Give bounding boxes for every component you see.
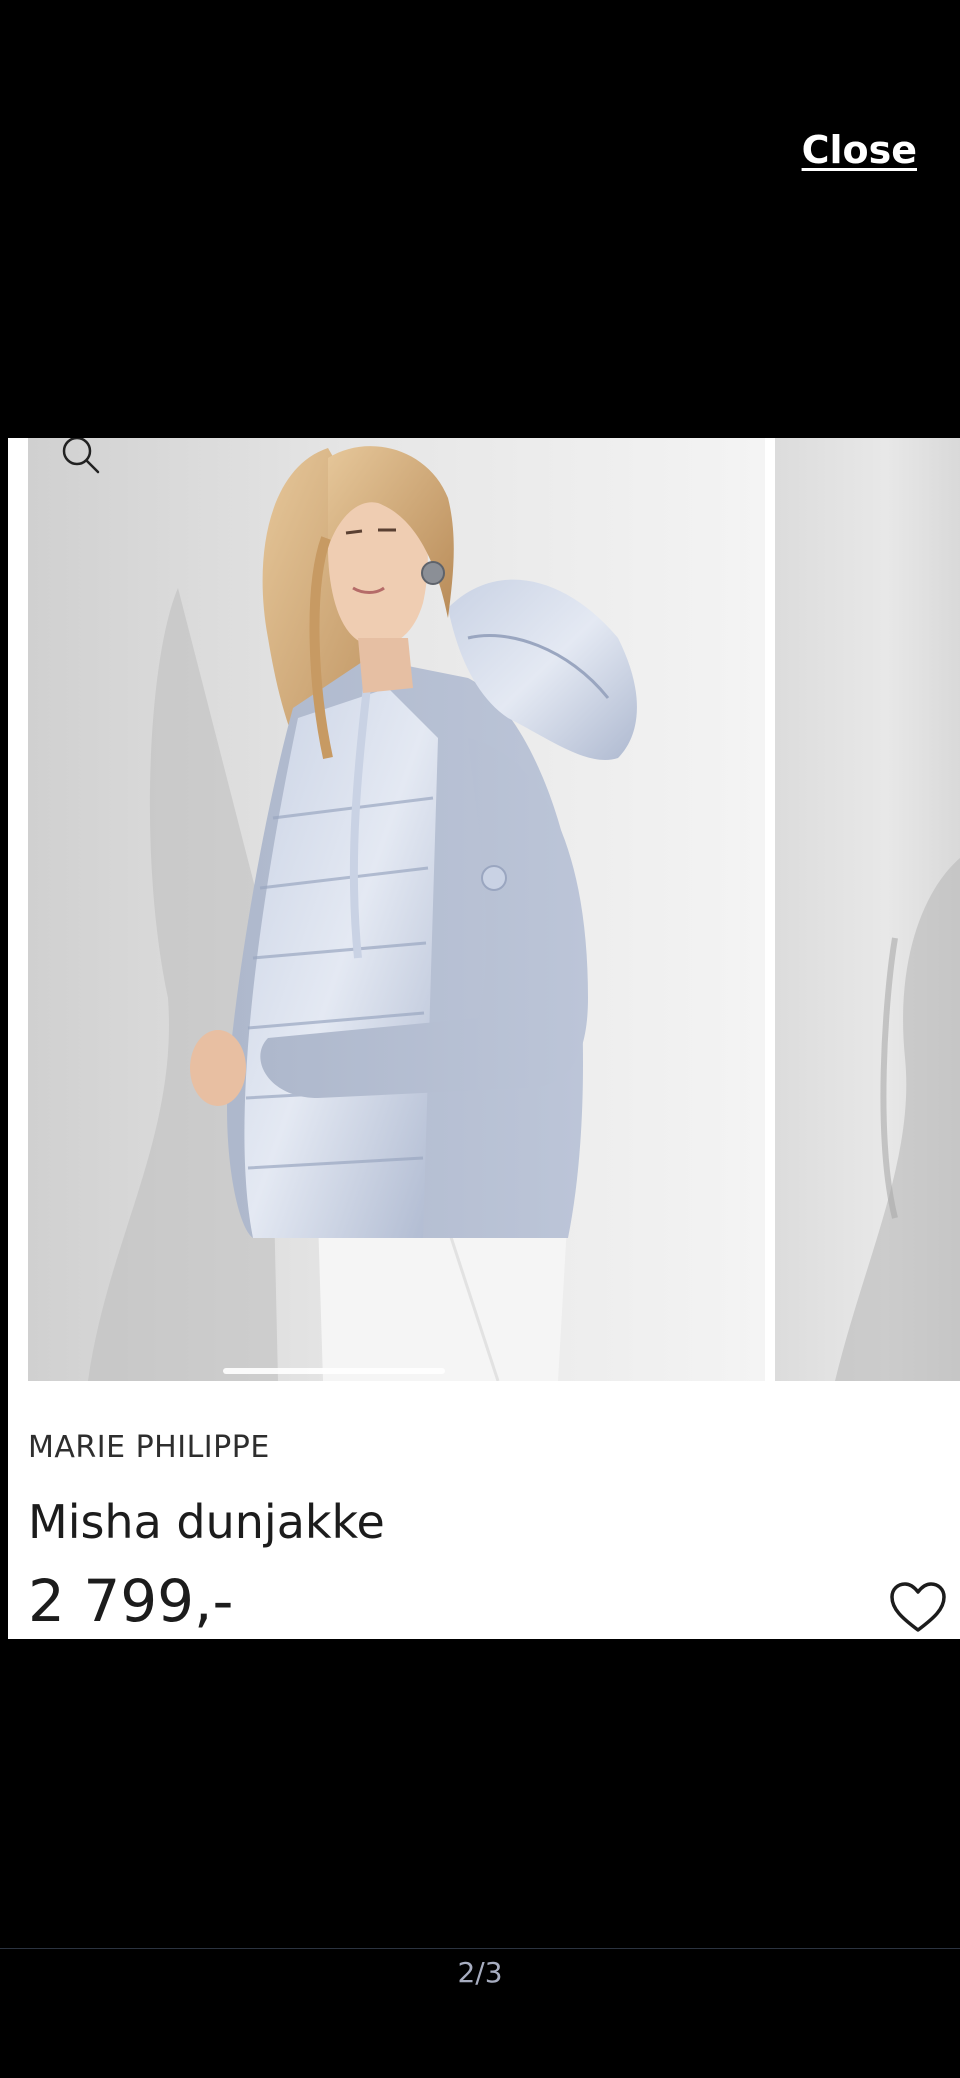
product-name[interactable]: Misha dunjakke [28, 1495, 385, 1549]
search-icon[interactable] [58, 438, 104, 478]
bottom-divider [0, 1948, 960, 1949]
model-wearing-jacket-illustration [28, 438, 765, 1381]
product-brand: MARIE PHILIPPE [28, 1430, 270, 1465]
next-photo-shadow-illustration [835, 858, 960, 1381]
close-button[interactable]: Close [802, 128, 917, 172]
image-viewer: Close MARIE PHILIPPE Misha dunjakke 2 79… [0, 0, 960, 2078]
heart-icon[interactable] [888, 1580, 948, 1636]
screenshot-content: MARIE PHILIPPE Misha dunjakke 2 799,- [8, 438, 960, 1639]
product-photo-main[interactable] [28, 438, 765, 1381]
product-price: 2 799,- [28, 1567, 234, 1635]
product-photo-next-peek[interactable] [775, 438, 960, 1381]
product-image-carousel[interactable] [28, 438, 960, 1381]
page-counter: 2/3 [457, 1956, 503, 1989]
carousel-progress-indicator [223, 1368, 445, 1374]
